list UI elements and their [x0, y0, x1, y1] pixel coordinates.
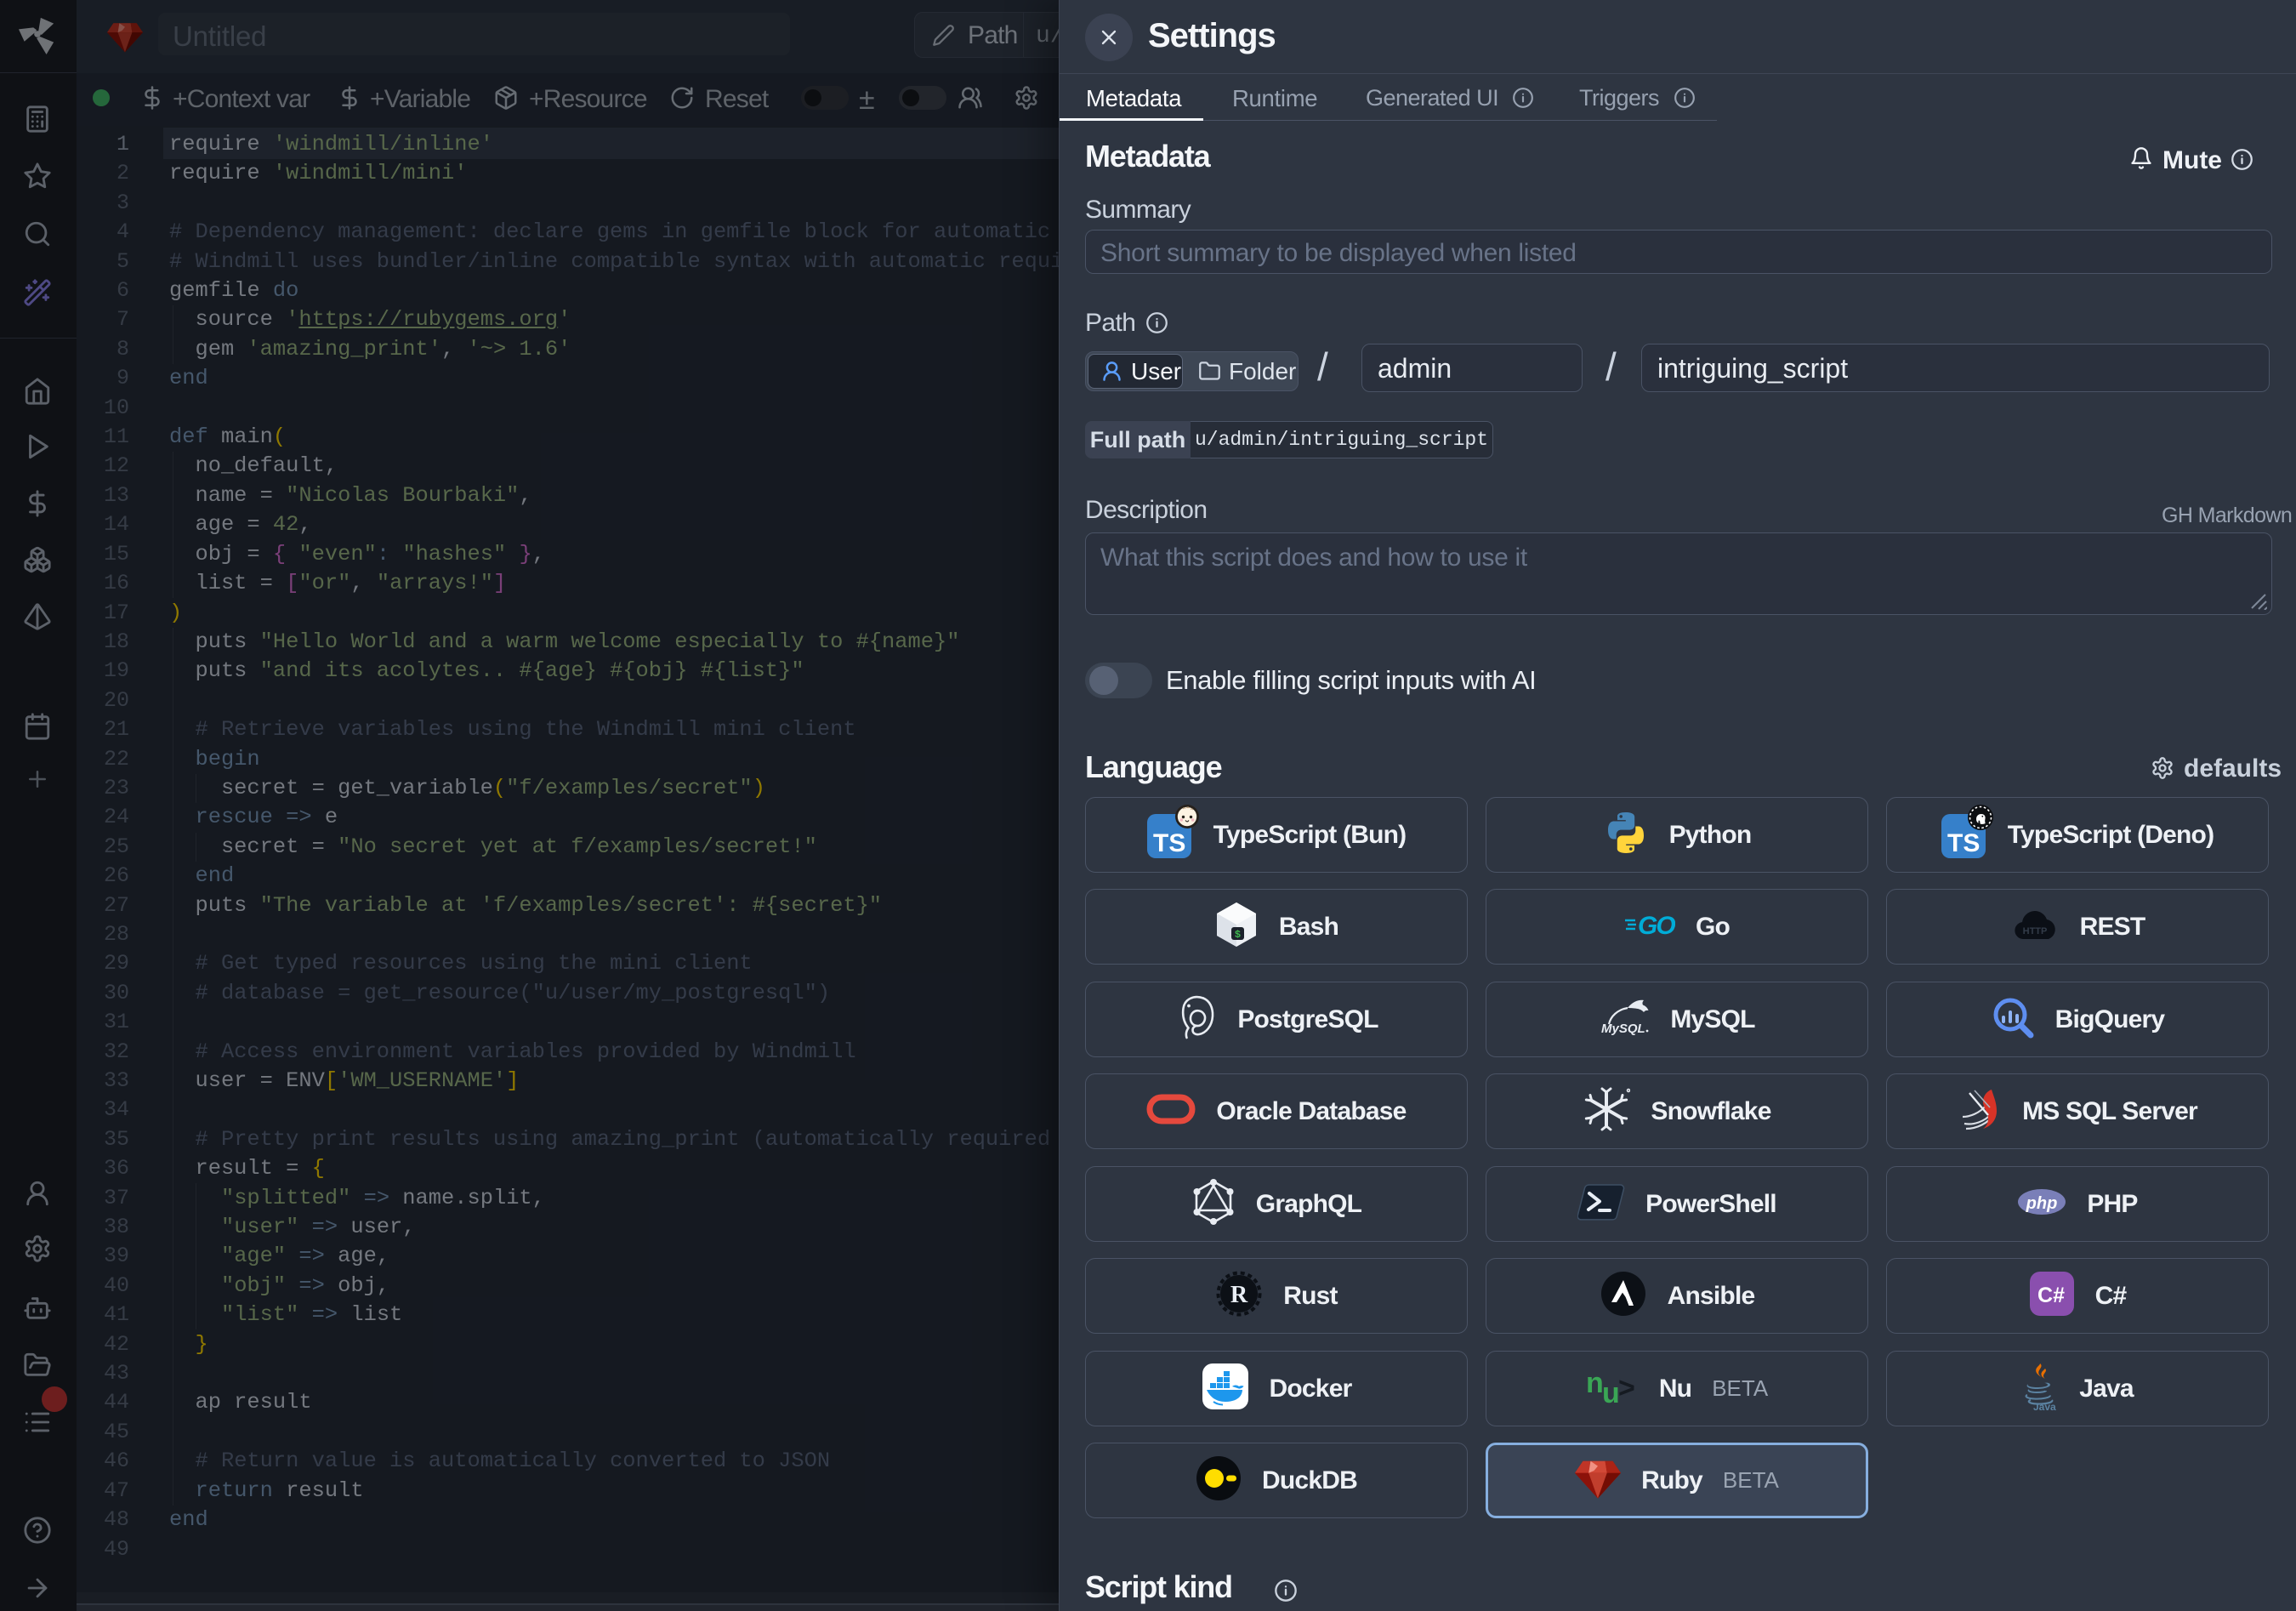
svg-text:GO: GO	[1638, 912, 1675, 938]
svg-text:TS: TS	[1947, 829, 1980, 857]
svg-text:u: u	[1602, 1377, 1620, 1408]
svg-text:MySQL: MySQL	[1601, 1022, 1645, 1036]
svg-text:Java: Java	[2033, 1401, 2056, 1411]
svg-text:C#: C#	[2037, 1284, 2065, 1307]
svg-text:php: php	[2026, 1194, 2058, 1213]
svg-text:TS: TS	[1153, 829, 1185, 857]
svg-text:n: n	[1586, 1367, 1604, 1399]
svg-text:HTTP: HTTP	[2022, 926, 2047, 936]
svg-text:>: >	[1618, 1372, 1635, 1404]
svg-text:$: $	[1235, 929, 1241, 941]
svg-text:R: R	[1230, 1282, 1248, 1308]
